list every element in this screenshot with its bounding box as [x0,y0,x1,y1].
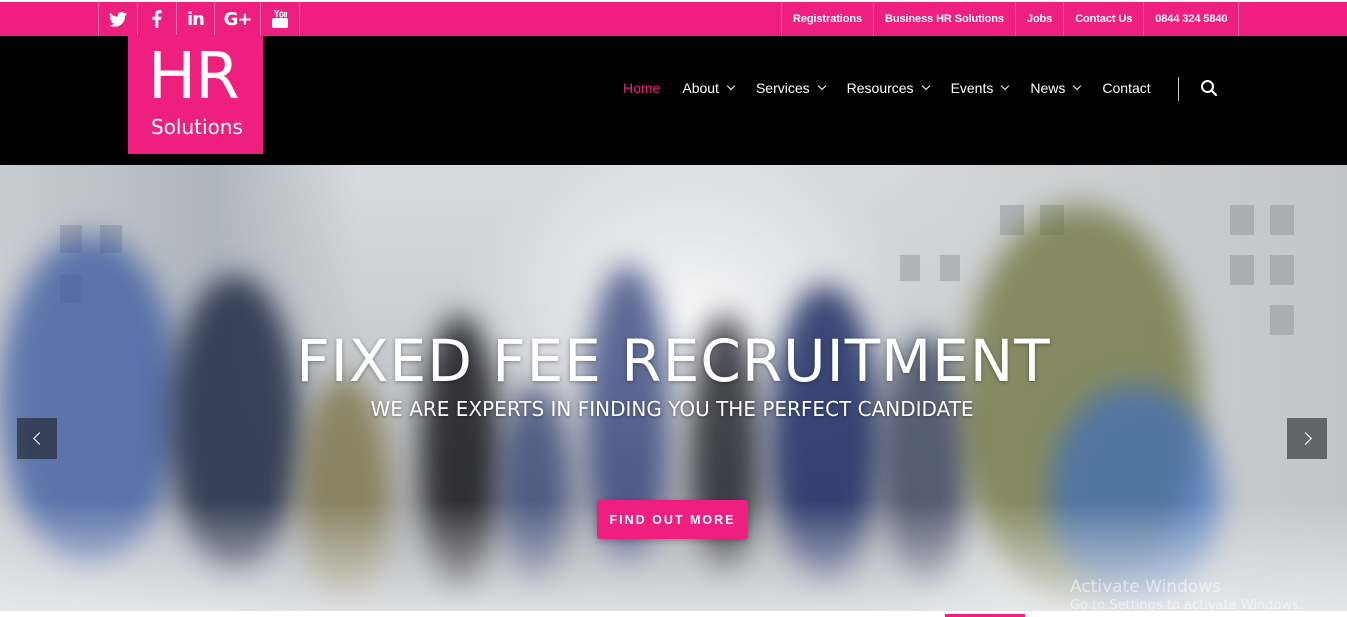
toplink-registrations[interactable]: Registrations [782,2,874,36]
site-logo[interactable]: HR Solutions [128,35,263,154]
social-links: in G+ [98,2,300,36]
chevron-down-icon [1001,81,1010,91]
google-plus-icon: G+ [223,8,253,30]
nav-contact[interactable]: Contact [1102,80,1150,96]
slider-next-button[interactable] [1287,418,1327,459]
chevron-down-icon [726,81,736,91]
google-plus-link[interactable]: G+ [215,2,261,36]
logo-text-solutions: Solutions [151,115,243,139]
toplink-jobs[interactable]: Jobs [1016,2,1065,36]
nav-resources[interactable]: Resources [846,80,930,96]
search-icon [1201,80,1218,97]
nav-services[interactable]: Services [755,80,826,96]
slider-prev-button[interactable] [17,418,57,459]
nav-news-label: News [1030,80,1066,96]
chevron-right-icon [1298,432,1312,445]
nav-resources-label: Resources [846,80,914,96]
youtube-link[interactable] [261,2,300,36]
nav-home[interactable]: Home [623,80,660,96]
facebook-icon [152,10,162,28]
watermark-line-2: Go to Settings to activate Windows. [1070,598,1303,613]
toplink-contact-us[interactable]: Contact Us [1064,2,1145,36]
twitter-link[interactable] [99,2,138,36]
hero-title: FIXED FEE RECRUITMENT [296,327,1051,395]
nav-about[interactable]: About [682,80,736,96]
top-links: Registrations Business HR Solutions Jobs… [781,2,1240,36]
chevron-left-icon [32,432,46,445]
chevron-down-icon [1073,81,1082,91]
logo-text-hr: HR [148,40,240,114]
top-bar: in G+ Registrations Business HR Solution… [0,0,1347,36]
hero-slider: FIXED FEE RECRUITMENT WE ARE EXPERTS IN … [0,165,1347,611]
chevron-down-icon [921,81,930,91]
nav-events[interactable]: Events [950,80,1010,96]
chevron-down-icon [817,81,826,91]
facebook-link[interactable] [138,2,177,36]
nav-home-label: Home [623,80,661,96]
hero-subtitle: WE ARE EXPERTS IN FINDING YOU THE PERFEC… [370,397,974,421]
youtube-icon [272,10,288,28]
windows-activation-watermark: Activate Windows Go to Settings to activ… [1070,577,1303,615]
site-header: HR Solutions Home About Services Resourc… [0,35,1347,165]
nav-news[interactable]: News [1030,80,1082,96]
nav-contact-label: Contact [1102,80,1151,96]
toplink-business-hr-solutions[interactable]: Business HR Solutions [874,2,1016,36]
watermark-line-1: Activate Windows [1070,577,1221,597]
main-nav: Home About Services Resources Events New… [612,76,1162,100]
toplink-phone[interactable]: 0844 324 5840 [1144,2,1240,36]
find-out-more-button[interactable]: FIND OUT MORE [597,500,748,539]
linkedin-icon: in [187,8,205,30]
nav-services-label: Services [755,80,810,96]
nav-events-label: Events [950,80,994,96]
search-button[interactable] [1200,79,1220,99]
nav-about-label: About [682,80,719,96]
nav-divider [1178,77,1179,101]
twitter-icon [109,11,127,27]
linkedin-link[interactable]: in [177,2,215,36]
